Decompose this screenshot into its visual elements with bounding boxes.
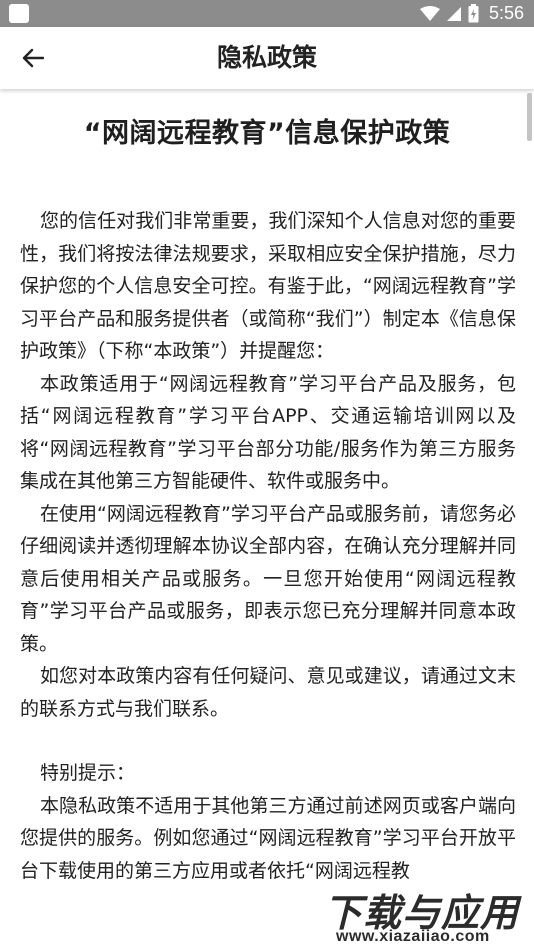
wifi-icon <box>419 5 440 21</box>
status-bar: 5:56 <box>0 0 534 27</box>
paragraph-special: 本隐私政策不适用于其他第三方通过前述网页或客户端向您提供的服务。例如您通过“网阔… <box>20 794 516 882</box>
paragraph-read-notice: 在使用“网阔远程教育”学习平台产品或服务前，请您务必仔细阅读并透彻理解本协议全部… <box>20 502 516 655</box>
back-button[interactable] <box>14 39 52 77</box>
watermark-url: www.xiazaiiao.com <box>336 928 490 945</box>
signal-icon <box>446 6 461 21</box>
document-title: “网阔远程教育”信息保护政策 <box>83 118 451 149</box>
policy-content[interactable]: “网阔远程教育”信息保护政策 您的信任对我们非常重要，我们深知个人信息对您的重要… <box>0 89 534 950</box>
paragraph-contact: 如您对本政策内容有任何疑问、意见或建议，请通过文末的联系方式与我们联系。 <box>20 665 516 720</box>
paragraph-intro: 您的信任对我们非常重要，我们深知个人信息对您的重要性，我们将按法律法规要求，采取… <box>20 210 516 362</box>
page-title: 隐私政策 <box>216 43 317 72</box>
battery-icon <box>468 4 479 23</box>
screen: 5:56 隐私政策 “网阔远程教育”信息保护政策 您的信任对我们非常重要，我们深… <box>0 0 534 950</box>
status-time: 5:56 <box>488 3 524 23</box>
special-heading: 特别提示： <box>40 762 136 784</box>
app-notification-icon <box>9 4 29 23</box>
status-icons: 5:56 <box>419 0 524 27</box>
watermark: 下载与应用 www.xiazaiiao.com <box>320 882 534 950</box>
paragraph-scope: 本政策适用于“网阔远程教育”学习平台产品及服务，包括“网阔远程教育”学习平台AP… <box>20 372 516 493</box>
arrow-left-icon <box>22 48 44 68</box>
document-body: 您的信任对我们非常重要，我们深知个人信息对您的重要性，我们将按法律法规要求，采取… <box>20 205 516 887</box>
app-bar: 隐私政策 <box>0 27 534 89</box>
